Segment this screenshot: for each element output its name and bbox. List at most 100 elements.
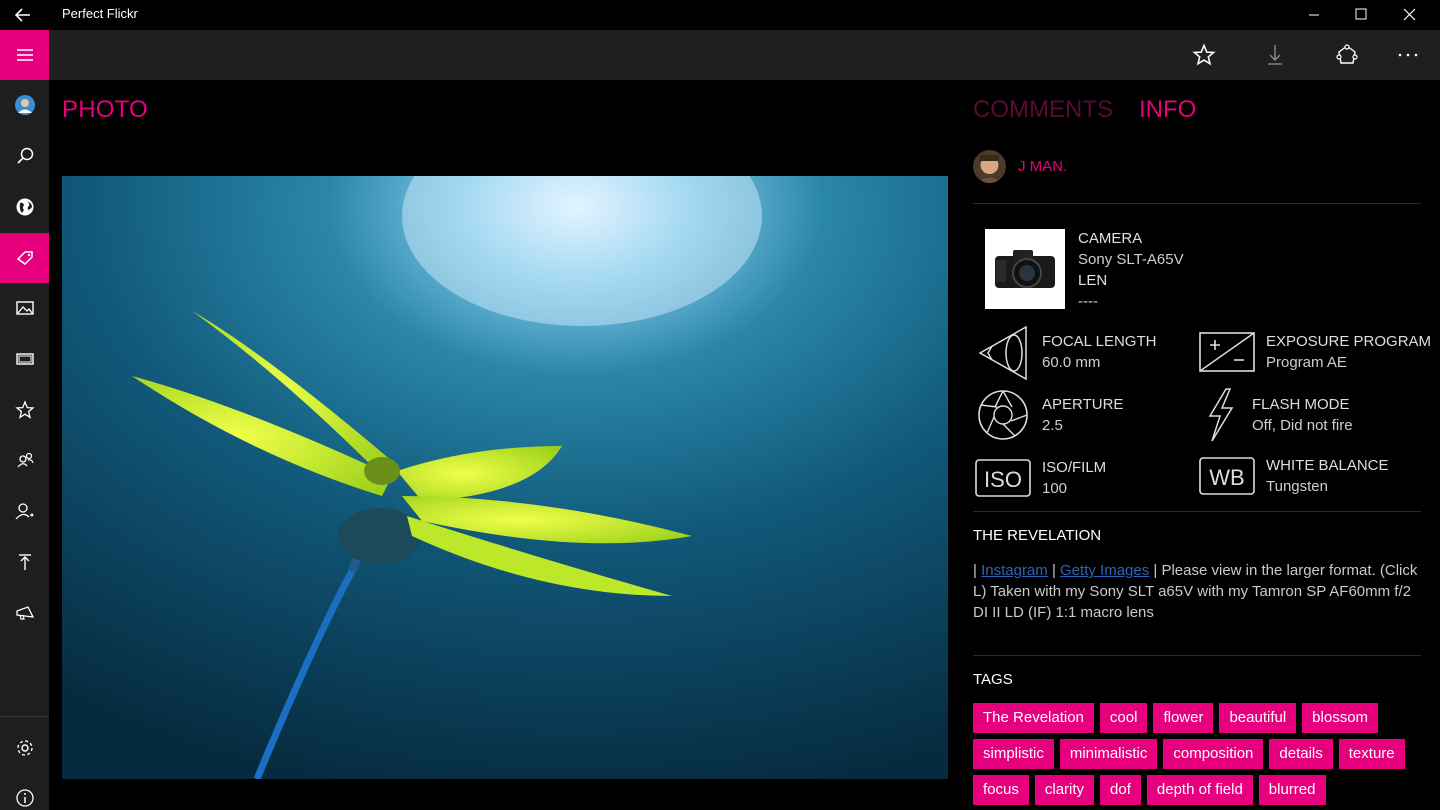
sidebar-item-upload[interactable]: [0, 537, 49, 587]
maximize-button[interactable]: [1337, 0, 1385, 30]
sidebar-item-following[interactable]: [0, 486, 49, 536]
sidebar-item-albums[interactable]: [0, 334, 49, 384]
tag-chip[interactable]: texture: [1338, 739, 1405, 769]
camera-icon: [995, 250, 1055, 288]
tags-header: TAGS: [973, 671, 1013, 688]
gear-icon: [16, 740, 33, 756]
divider: [973, 203, 1421, 204]
tag-chip[interactable]: clarity: [1034, 775, 1095, 805]
divider: [973, 655, 1421, 656]
sidebar-item-favorites[interactable]: [0, 385, 49, 435]
instagram-link[interactable]: Instagram: [981, 562, 1048, 579]
menu-button[interactable]: [0, 30, 49, 80]
flash-mode-value: Off, Did not fire: [1252, 417, 1353, 434]
favorite-button[interactable]: [1174, 30, 1234, 80]
search-icon: [16, 147, 33, 164]
upload-icon: [18, 554, 31, 570]
focal-length-icon: [974, 323, 1032, 381]
lens-label: LEN: [1078, 272, 1108, 289]
minimize-button[interactable]: [1290, 0, 1338, 30]
camera-info: CAMERA Sony SLT-A65V LEN ----: [985, 229, 1184, 312]
tag-chip[interactable]: The Revelation: [973, 703, 1094, 733]
spec-white-balance: WB WHITE BALANCE Tungsten: [1198, 447, 1389, 505]
tab-comments[interactable]: COMMENTS: [973, 96, 1113, 124]
spec-aperture: APERTURE 2.5: [974, 386, 1123, 444]
divider: [973, 511, 1421, 512]
tag-chip[interactable]: beautiful: [1219, 703, 1297, 733]
share-icon: [1336, 44, 1358, 64]
tag-chip[interactable]: details: [1269, 739, 1333, 769]
tag-chip[interactable]: simplistic: [973, 739, 1054, 769]
more-button[interactable]: [1378, 30, 1438, 80]
desc-text: |: [1047, 562, 1061, 579]
hamburger-icon: [16, 49, 33, 61]
desc-text: |: [973, 562, 982, 579]
lens-value: ----: [1078, 293, 1098, 310]
aperture-value: 2.5: [1042, 417, 1063, 434]
tag-chip[interactable]: depth of field: [1146, 775, 1253, 805]
focal-length-label: FOCAL LENGTH: [1042, 333, 1157, 350]
close-icon: [1403, 8, 1416, 21]
maximize-icon: [1355, 8, 1367, 20]
sidebar-item-feedback[interactable]: [0, 588, 49, 638]
photo-header: PHOTO: [62, 96, 148, 123]
command-bar: [49, 30, 1440, 80]
exposure-program-label: EXPOSURE PROGRAM: [1266, 333, 1432, 350]
photo-description: | Instagram | Getty Images | Please view…: [973, 560, 1421, 623]
iso-label: ISO/FILM: [1042, 459, 1107, 476]
tag-chip[interactable]: flower: [1153, 703, 1214, 733]
flash-mode-label: FLASH MODE: [1252, 396, 1350, 413]
app-title: Perfect Flickr: [62, 6, 138, 21]
white-balance-value: Tungsten: [1266, 478, 1328, 495]
focal-length-value: 60.0 mm: [1042, 354, 1101, 371]
download-button[interactable]: [1245, 30, 1305, 80]
tag-chip[interactable]: cool: [1099, 703, 1148, 733]
tag-chip[interactable]: focus: [973, 775, 1029, 805]
sidebar-item-profile[interactable]: [0, 80, 49, 130]
svg-text:WB: WB: [1209, 465, 1244, 490]
tag-chip[interactable]: blurred: [1258, 775, 1326, 805]
exposure-icon: [1198, 323, 1256, 381]
tab-info[interactable]: INFO: [1139, 96, 1196, 124]
sidebar-item-search[interactable]: [0, 131, 49, 181]
star-icon: [1192, 43, 1216, 66]
info-icon: [15, 789, 34, 807]
star-icon: [14, 400, 35, 419]
owner-name[interactable]: J MAN.: [1018, 158, 1067, 175]
add-user-icon: [15, 503, 34, 520]
back-arrow-icon: [14, 8, 30, 22]
tag-chip[interactable]: minimalistic: [1059, 739, 1158, 769]
svg-text:ISO: ISO: [984, 467, 1022, 492]
flash-icon: [1198, 386, 1242, 444]
camera-model: Sony SLT-A65V: [1078, 251, 1184, 268]
tag-list: The Revelation cool flower beautiful blo…: [973, 703, 1423, 805]
camera-label: CAMERA: [1078, 230, 1143, 247]
spec-iso: ISO ISO/FILM 100: [974, 449, 1106, 507]
sidebar-item-settings[interactable]: [0, 723, 49, 773]
sidebar-item-contacts[interactable]: [0, 435, 49, 485]
megaphone-icon: [15, 606, 34, 620]
image-icon: [15, 301, 34, 315]
white-balance-icon: WB: [1198, 447, 1256, 505]
tag-chip[interactable]: blossom: [1302, 703, 1379, 733]
getty-images-link[interactable]: Getty Images: [1060, 562, 1149, 579]
iso-icon: ISO: [974, 449, 1032, 507]
sidebar-item-about[interactable]: [0, 773, 49, 810]
sidebar-item-tags[interactable]: [0, 233, 49, 283]
info-tabs: COMMENTS INFO: [973, 96, 1196, 124]
tag-chip[interactable]: dof: [1100, 775, 1141, 805]
owner-row[interactable]: J MAN.: [973, 150, 1067, 183]
download-icon: [1268, 45, 1282, 65]
tag-chip[interactable]: composition: [1163, 739, 1264, 769]
sidebar-item-photos[interactable]: [0, 283, 49, 333]
title-bar: Perfect Flickr: [0, 0, 1440, 30]
sidebar-item-explore[interactable]: [0, 182, 49, 232]
iso-value: 100: [1042, 480, 1068, 497]
aperture-label: APERTURE: [1042, 396, 1124, 413]
white-balance-label: WHITE BALANCE: [1266, 457, 1389, 474]
spec-flash-mode: FLASH MODE Off, Did not fire: [1198, 386, 1353, 444]
share-button[interactable]: [1317, 30, 1377, 80]
photo-image[interactable]: [62, 176, 948, 779]
back-button[interactable]: [10, 3, 38, 27]
close-button[interactable]: [1386, 0, 1434, 30]
